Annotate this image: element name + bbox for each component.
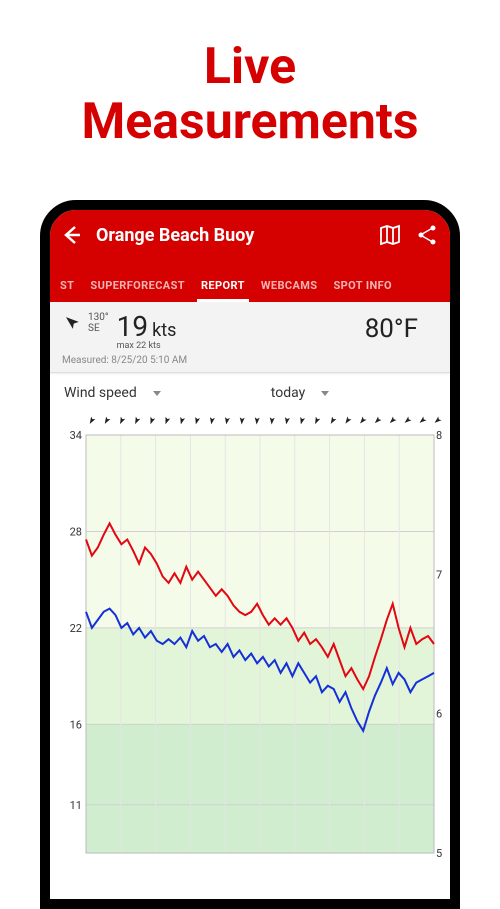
wind-dir-arrow-icon — [161, 414, 173, 426]
svg-text:16: 16 — [70, 718, 82, 731]
tab-superforecast[interactable]: SUPERFORECAST — [82, 269, 193, 302]
wind-dir-arrow-icon — [116, 414, 128, 426]
wind-dir-arrow-icon — [101, 414, 113, 426]
wind-arrow-icon — [62, 312, 84, 334]
wind-dir-deg: 130° — [88, 312, 109, 323]
svg-text:22: 22 — [70, 622, 82, 635]
wind-unit: kts — [152, 320, 176, 341]
app-header: Orange Beach Buoy — [50, 210, 450, 260]
svg-text:6: 6 — [436, 708, 442, 721]
wind-dir-text: 130° SE — [88, 312, 109, 334]
wind-dir-arrow-icon — [251, 414, 263, 426]
tab-webcams[interactable]: WEBCAMS — [253, 269, 326, 302]
wind-dir-arrow-icon — [342, 414, 354, 426]
summary-card: 130° SE 19 kts max 22 kts 80°F Measured:… — [50, 302, 450, 373]
share-icon[interactable] — [416, 223, 440, 247]
wind-value: 19 — [117, 310, 148, 343]
wind-max: max 22 kts — [117, 341, 177, 351]
wind-dir-arrow-icon — [266, 414, 278, 426]
map-icon[interactable] — [378, 223, 402, 247]
metric-selector[interactable]: Wind speed — [64, 385, 161, 401]
selectors-row: Wind speed today — [50, 373, 450, 407]
svg-text:11: 11 — [70, 799, 82, 812]
wind-dir-arrow-icon — [387, 414, 399, 426]
tabs: ST SUPERFORECAST REPORT WEBCAMS SPOT INF… — [50, 260, 450, 302]
wind-dir-arrows-row — [50, 411, 450, 429]
wind-dir-card: SE — [88, 323, 109, 334]
phone-inner: Orange Beach Buoy ST SUPERFORECAST REPOR… — [50, 210, 450, 899]
wind-dir-arrow-icon — [146, 414, 158, 426]
back-arrow-icon[interactable] — [60, 223, 84, 247]
wind-dir-arrow-icon — [357, 414, 369, 426]
chart: 34 28 22 16 11 8 7 6 5 — [50, 411, 450, 859]
promo-title: Live Measurements — [0, 0, 500, 180]
wind-dir-arrow-icon — [191, 414, 203, 426]
wind-dir-arrow-icon — [417, 414, 429, 426]
wind-dir-arrow-icon — [236, 414, 248, 426]
chart-svg[interactable]: 34 28 22 16 11 8 7 6 5 — [50, 429, 450, 859]
wind-dir-arrow-icon — [296, 414, 308, 426]
svg-text:7: 7 — [436, 568, 442, 581]
range-selector-label: today — [271, 385, 305, 401]
wind-dir-arrow-icon — [311, 414, 323, 426]
page-title: Orange Beach Buoy — [96, 225, 364, 246]
promo-line2: Measurements — [81, 93, 418, 151]
wind-dir-block: 130° SE — [62, 312, 109, 334]
temp-block: 80°F — [365, 310, 438, 344]
chevron-down-icon — [321, 391, 329, 396]
svg-text:8: 8 — [436, 429, 442, 442]
wind-dir-arrow-icon — [402, 414, 414, 426]
temp-value: 80°F — [365, 314, 418, 344]
wind-dir-arrow-icon — [281, 414, 293, 426]
svg-text:5: 5 — [436, 847, 442, 859]
wind-dir-arrow-icon — [432, 414, 444, 426]
promo-line1: Live — [204, 38, 296, 96]
wind-dir-arrow-icon — [221, 414, 233, 426]
tab-forecast-truncated[interactable]: ST — [52, 269, 82, 302]
wind-speed-block: 19 kts max 22 kts — [117, 310, 177, 351]
wind-dir-arrow-icon — [131, 414, 143, 426]
wind-dir-arrow-icon — [206, 414, 218, 426]
chevron-down-icon — [153, 391, 161, 396]
wind-dir-arrow-icon — [86, 414, 98, 426]
wind-dir-arrow-icon — [372, 414, 384, 426]
svg-text:34: 34 — [70, 429, 82, 442]
wind-dir-arrow-icon — [327, 414, 339, 426]
measured-label: Measured: 8/25/20 5:10 AM — [62, 355, 438, 366]
tab-report[interactable]: REPORT — [193, 269, 253, 302]
svg-text:28: 28 — [70, 525, 82, 538]
range-selector[interactable]: today — [271, 385, 329, 401]
wind-dir-arrow-icon — [176, 414, 188, 426]
phone-frame: Orange Beach Buoy ST SUPERFORECAST REPOR… — [40, 200, 460, 909]
summary-top-row: 130° SE 19 kts max 22 kts 80°F — [62, 310, 438, 351]
tab-spotinfo[interactable]: SPOT INFO — [325, 269, 400, 302]
metric-selector-label: Wind speed — [64, 385, 137, 401]
